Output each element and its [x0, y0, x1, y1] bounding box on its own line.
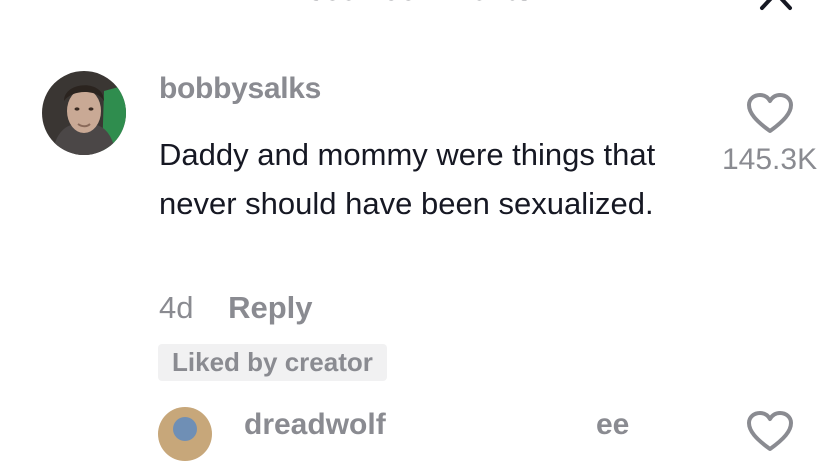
next-like-button[interactable] — [746, 410, 794, 452]
next-comment-username[interactable]: dreadwolf — [244, 408, 386, 442]
next-comment-avatar[interactable] — [158, 407, 212, 461]
comment-username[interactable]: bobbysalks — [159, 72, 321, 106]
heart-outline-icon — [747, 93, 793, 133]
comment-item: bobbysalks Daddy and mommy were things t… — [0, 0, 840, 400]
liked-by-creator-badge: Liked by creator — [158, 344, 387, 381]
like-button[interactable] — [746, 92, 794, 134]
comment-meta: 4d Reply — [159, 290, 313, 326]
comment-timestamp: 4d — [159, 290, 194, 325]
like-count: 145.3K — [722, 143, 818, 176]
heart-outline-icon — [747, 411, 793, 451]
comment-text: Daddy and mommy were things that never s… — [159, 137, 656, 221]
avatar[interactable] — [42, 71, 126, 155]
reply-button[interactable]: Reply — [228, 290, 312, 325]
next-comment-extra: ee — [596, 408, 630, 441]
